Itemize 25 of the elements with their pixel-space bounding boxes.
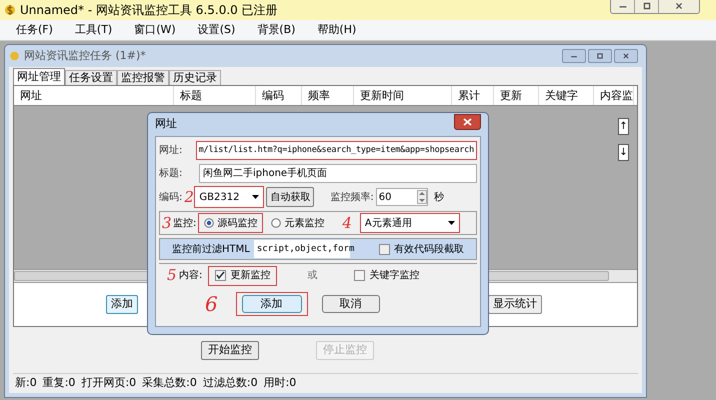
field-label: 网址: (159, 144, 184, 158)
field-label: 监控: (173, 216, 196, 230)
field-label: 监控前过滤HTML (172, 242, 250, 256)
handwritten-mark: 4 (342, 216, 352, 230)
field-label: 内容: (179, 268, 202, 283)
status-text: 重复:0 (42, 375, 76, 392)
separator-text: 或 (307, 268, 318, 283)
status-text: 新:0 (15, 375, 37, 392)
field-label: 标题: (159, 166, 184, 180)
handwritten-mark: 2 (184, 190, 192, 204)
handwritten-mark: 3 (162, 216, 171, 230)
button: 停止监控 (316, 340, 374, 360)
status-text: 采集总数:0 (142, 375, 197, 392)
field-label: 监控频率: (330, 190, 374, 204)
handwritten-mark: 6 (205, 296, 218, 312)
checkbox-label: 有效代码段截取 (394, 242, 464, 256)
window-title: 网站资讯监控任务 (1#)* (24, 48, 147, 64)
window-title: Unnamed* - 网站资讯监控工具 6.5.0.0 已注册 (20, 2, 279, 19)
status-text: 过滤总数:0 (202, 375, 258, 392)
unit-label: 秒 (434, 190, 444, 204)
dialog-title: 网址 (155, 116, 178, 132)
status-text: 用时:0 (264, 375, 296, 392)
handwritten-mark: 5 (167, 268, 177, 283)
status-text: 打开网页:0 (81, 375, 136, 392)
field-label: 编码: (159, 190, 182, 204)
